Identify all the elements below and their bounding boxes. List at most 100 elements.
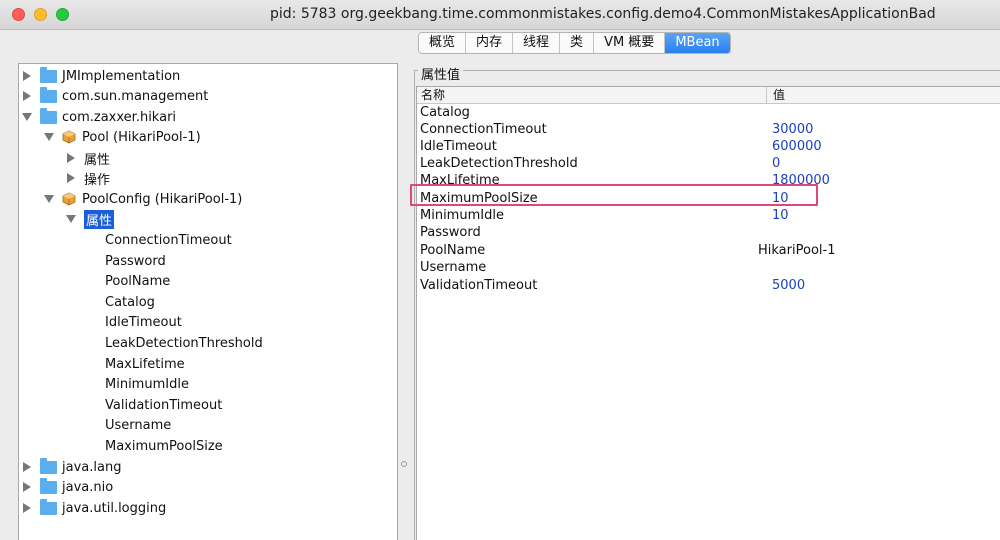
tree-node-java-lang[interactable]: java.lang xyxy=(22,457,121,477)
mbean-icon xyxy=(62,130,76,144)
tree-node-label: JMImplementation xyxy=(62,68,181,84)
tree-node-pool-operations[interactable]: 操作 xyxy=(66,168,110,188)
tree-leaf-idletimeout[interactable]: IdleTimeout xyxy=(105,312,182,332)
tree-node-label: java.util.logging xyxy=(62,500,167,516)
attribute-name: MaximumPoolSize xyxy=(420,191,538,206)
tree-leaf-label: Password xyxy=(105,253,166,269)
attribute-name: Catalog xyxy=(420,105,470,120)
tree-node-java-nio[interactable]: java.nio xyxy=(22,477,113,497)
expand-arrow-icon[interactable] xyxy=(23,503,31,513)
table-row[interactable]: MaxLifetime 1800000 xyxy=(417,172,1000,189)
expand-arrow-icon[interactable] xyxy=(67,153,75,163)
expand-arrow-icon[interactable] xyxy=(23,71,31,81)
tree-leaf-maxlifetime[interactable]: MaxLifetime xyxy=(105,354,185,374)
tree-leaf-validationtimeout[interactable]: ValidationTimeout xyxy=(105,395,222,415)
tree-leaf-label: IdleTimeout xyxy=(105,314,182,330)
tab-memory[interactable]: 内存 xyxy=(466,33,514,53)
attribute-name: MinimumIdle xyxy=(420,208,504,223)
collapse-arrow-icon[interactable] xyxy=(22,113,32,121)
tree-node-poolconfig-attributes[interactable]: 属性 xyxy=(66,209,115,229)
table-row[interactable]: IdleTimeout 600000 xyxy=(417,138,1000,155)
tree-leaf-label: ConnectionTimeout xyxy=(105,232,232,248)
table-row[interactable]: LeakDetectionThreshold 0 xyxy=(417,155,1000,172)
folder-icon xyxy=(40,457,57,474)
split-divider[interactable] xyxy=(398,60,410,540)
tree-leaf-password[interactable]: Password xyxy=(105,251,166,271)
tree-node-jmimplementation[interactable]: JMImplementation xyxy=(22,66,180,86)
tree-node-pool[interactable]: Pool (HikariPool-1) xyxy=(44,127,201,147)
tree-leaf-poolname[interactable]: PoolName xyxy=(105,271,170,291)
attribute-name: IdleTimeout xyxy=(420,139,497,154)
attribute-name: MaxLifetime xyxy=(420,173,500,188)
tree-node-com-sun-management[interactable]: com.sun.management xyxy=(22,86,208,106)
table-row[interactable]: ValidationTimeout 5000 xyxy=(417,277,1000,294)
tree-leaf-connectiontimeout[interactable]: ConnectionTimeout xyxy=(105,230,232,250)
tree-leaf-leakdetectionthreshold[interactable]: LeakDetectionThreshold xyxy=(105,333,263,353)
tab-vm-summary[interactable]: VM 概要 xyxy=(594,33,666,53)
zoom-window-button[interactable] xyxy=(56,8,69,21)
attribute-table: 名称 值 Catalog ConnectionTimeout 30000 Idl… xyxy=(416,86,1000,540)
tree-leaf-label: LeakDetectionThreshold xyxy=(105,335,263,351)
expand-arrow-icon[interactable] xyxy=(67,173,75,183)
folder-icon xyxy=(40,477,57,494)
collapse-arrow-icon[interactable] xyxy=(44,195,54,203)
tree-node-poolconfig[interactable]: PoolConfig (HikariPool-1) xyxy=(44,189,242,209)
table-header: 名称 值 xyxy=(417,87,1000,104)
expand-arrow-icon[interactable] xyxy=(23,482,31,492)
tree-node-java-util-logging[interactable]: java.util.logging xyxy=(22,498,166,518)
tab-mbean[interactable]: MBean xyxy=(665,33,730,53)
tab-threads[interactable]: 线程 xyxy=(513,33,561,53)
split-grip-icon[interactable] xyxy=(401,461,407,467)
folder-icon xyxy=(40,66,57,83)
tree-node-label-selected: 属性 xyxy=(84,209,115,229)
tree-node-label: Pool (HikariPool-1) xyxy=(82,129,201,145)
tab-overview[interactable]: 概览 xyxy=(419,33,467,53)
attribute-name: PoolName xyxy=(420,243,486,258)
tree-node-pool-attributes[interactable]: 属性 xyxy=(66,148,110,168)
tree-leaf-username[interactable]: Username xyxy=(105,415,171,435)
table-row[interactable]: Password xyxy=(417,224,1000,241)
tree-leaf-label: Username xyxy=(105,417,172,433)
attribute-name: ValidationTimeout xyxy=(420,278,538,293)
attribute-value: 10 xyxy=(772,208,789,223)
tree-node-com-zaxxer-hikari[interactable]: com.zaxxer.hikari xyxy=(22,107,176,127)
tree-node-label: 属性 xyxy=(84,152,111,168)
table-row[interactable]: MinimumIdle 10 xyxy=(417,207,1000,224)
attribute-value: 30000 xyxy=(772,122,814,137)
table-row[interactable]: ConnectionTimeout 30000 xyxy=(417,121,1000,138)
tree-leaf-maximumpoolsize[interactable]: MaximumPoolSize xyxy=(105,436,223,456)
tree-leaf-catalog[interactable]: Catalog xyxy=(105,292,155,312)
tree-leaf-label: MaximumPoolSize xyxy=(105,438,223,454)
table-row[interactable]: Username xyxy=(417,259,1000,276)
attribute-name: Username xyxy=(420,260,487,275)
folder-icon xyxy=(40,86,57,103)
collapse-arrow-icon[interactable] xyxy=(66,215,76,223)
tree-leaf-minimumidle[interactable]: MinimumIdle xyxy=(105,374,189,394)
tree-node-label: com.sun.management xyxy=(62,88,209,104)
folder-icon xyxy=(40,498,57,515)
column-header-value[interactable]: 值 xyxy=(768,87,1000,104)
table-row[interactable]: Catalog xyxy=(417,104,1000,121)
collapse-arrow-icon[interactable] xyxy=(44,133,54,141)
attribute-value: 5000 xyxy=(772,278,806,293)
tab-bar: 概览 内存 线程 类 VM 概要 MBean xyxy=(418,32,731,54)
tab-classes[interactable]: 类 xyxy=(560,33,595,53)
tree-leaf-label: MaxLifetime xyxy=(105,356,185,372)
minimize-window-button[interactable] xyxy=(34,8,47,21)
window-title: pid: 5783 org.geekbang.time.commonmistak… xyxy=(270,6,936,22)
expand-arrow-icon[interactable] xyxy=(23,462,31,472)
table-row[interactable]: PoolName HikariPool-1 xyxy=(417,242,1000,259)
tree-node-label: PoolConfig (HikariPool-1) xyxy=(82,191,243,207)
tree-leaf-label: ValidationTimeout xyxy=(105,397,223,413)
attribute-name: ConnectionTimeout xyxy=(420,122,547,137)
attribute-name: Password xyxy=(420,225,481,240)
folder-icon xyxy=(40,107,57,124)
tree-node-label: java.nio xyxy=(62,479,114,495)
tree-node-label: java.lang xyxy=(62,459,122,475)
tree-leaf-label: MinimumIdle xyxy=(105,376,189,392)
close-window-button[interactable] xyxy=(12,8,25,21)
table-row-highlighted[interactable]: MaximumPoolSize 10 xyxy=(417,190,1000,207)
column-header-name[interactable]: 名称 xyxy=(417,87,767,104)
expand-arrow-icon[interactable] xyxy=(23,91,31,101)
tree-node-label: com.zaxxer.hikari xyxy=(62,109,177,125)
